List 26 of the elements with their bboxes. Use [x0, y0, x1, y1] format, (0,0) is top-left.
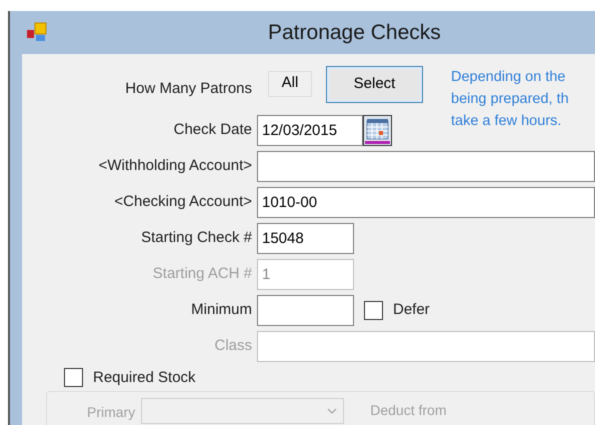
field-label: Starting Check # [140, 228, 253, 248]
value-display: All [268, 70, 312, 96]
field-label: <Withholding Account> [98, 156, 253, 176]
input-field[interactable] [257, 151, 595, 182]
field-label: How Many Patrons [124, 78, 253, 98]
field-label: Class [213, 336, 253, 356]
input-field[interactable]: 1010-00 [257, 187, 595, 218]
select-button[interactable]: Select [326, 66, 423, 102]
checkbox-label: Required Stock [93, 368, 196, 388]
calendar-icon[interactable] [363, 115, 392, 146]
field-label: Check Date [172, 120, 253, 140]
checkbox-label: Defer [393, 300, 430, 320]
field-label: <Checking Account> [113, 192, 253, 212]
caret-icon [327, 408, 338, 414]
field-label: Minimum [190, 300, 253, 320]
input-field[interactable]: 15048 [257, 223, 354, 254]
field-label: Primary [87, 403, 136, 422]
checkbox[interactable] [64, 368, 83, 388]
window-title: Patronage Checks [268, 20, 441, 46]
field-label: Starting ACH # [152, 264, 253, 284]
app-icon [26, 22, 48, 42]
info-text: Depending on the being prepared, th take a few hours. [451, 68, 569, 130]
group-label: Deduct from [370, 401, 446, 420]
checkbox[interactable] [364, 301, 383, 320]
input-field[interactable] [257, 295, 354, 326]
input-field[interactable]: 12/03/2015 [257, 115, 363, 146]
